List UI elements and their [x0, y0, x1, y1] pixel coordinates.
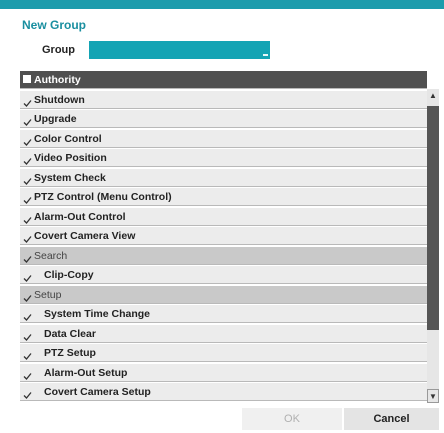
authority-row[interactable]: System Check: [20, 169, 427, 187]
authority-row-label: Clip-Copy: [44, 269, 94, 281]
checkmark-icon[interactable]: [23, 192, 32, 204]
checkmark-icon[interactable]: [23, 270, 32, 282]
authority-header[interactable]: Authority: [20, 71, 427, 89]
authority-row[interactable]: Covert Camera Setup: [20, 383, 427, 401]
authority-row[interactable]: PTZ Control (Menu Control): [20, 188, 427, 206]
authority-checkbox[interactable]: [23, 75, 31, 83]
checkmark-icon[interactable]: [23, 290, 32, 302]
checkmark-icon[interactable]: [23, 231, 32, 243]
authority-row-label: Alarm-Out Control: [34, 211, 126, 223]
authority-row[interactable]: Alarm-Out Setup: [20, 364, 427, 382]
authority-row[interactable]: Alarm-Out Control: [20, 208, 427, 226]
authority-row-label: PTZ Setup: [44, 347, 96, 359]
authority-header-label: Authority: [34, 74, 81, 86]
checkmark-icon[interactable]: [23, 114, 32, 126]
checkmark-icon[interactable]: [23, 368, 32, 380]
authority-row-label: Video Position: [34, 152, 107, 164]
authority-row-label: Search: [34, 250, 68, 262]
authority-row[interactable]: System Time Change: [20, 305, 427, 323]
authority-row[interactable]: Color Control: [20, 130, 427, 148]
scroll-down-arrow-icon[interactable]: ▼: [427, 389, 439, 403]
authority-list: Authority Shutdown Upgrade Color Control Vi…: [20, 71, 440, 403]
authority-row[interactable]: Covert Camera View: [20, 227, 427, 245]
authority-row[interactable]: Shutdown: [20, 91, 427, 109]
dialog-title: New Group: [22, 18, 87, 32]
authority-row[interactable]: Video Position: [20, 149, 427, 167]
authority-row-label: Setup: [34, 289, 62, 301]
authority-row-label: Data Clear: [44, 328, 96, 340]
authority-row-label: Shutdown: [34, 94, 85, 106]
scrollbar-thumb[interactable]: [427, 106, 439, 330]
authority-row-label: Covert Camera View: [34, 230, 136, 242]
ok-button[interactable]: OK: [242, 408, 342, 430]
authority-row[interactable]: PTZ Setup: [20, 344, 427, 362]
input-resize-mark: [263, 54, 268, 56]
checkmark-icon[interactable]: [23, 95, 32, 107]
checkmark-icon[interactable]: [23, 134, 32, 146]
checkmark-icon[interactable]: [23, 212, 32, 224]
checkmark-icon[interactable]: [23, 387, 32, 399]
authority-row-label: System Check: [34, 172, 106, 184]
group-label: Group: [42, 44, 75, 56]
authority-row[interactable]: Data Clear: [20, 325, 427, 343]
authority-row[interactable]: Upgrade: [20, 110, 427, 128]
group-name-input[interactable]: [89, 41, 270, 59]
checkmark-icon[interactable]: [23, 251, 32, 263]
checkmark-icon[interactable]: [23, 173, 32, 185]
authority-section-row[interactable]: Search: [20, 247, 427, 265]
authority-section-row[interactable]: Setup: [20, 286, 427, 304]
authority-row-label: Upgrade: [34, 113, 77, 125]
authority-row[interactable]: Clip-Copy: [20, 266, 427, 284]
authority-row-label: System Time Change: [44, 308, 151, 320]
scroll-up-arrow-icon[interactable]: ▲: [427, 89, 439, 103]
authority-row-label: PTZ Control (Menu Control): [34, 191, 172, 203]
dialog-top-bar: [0, 0, 444, 9]
cancel-button[interactable]: Cancel: [344, 408, 439, 430]
checkmark-icon[interactable]: [23, 329, 32, 341]
authority-row-label: Color Control: [34, 133, 102, 145]
checkmark-icon[interactable]: [23, 153, 32, 165]
checkmark-icon[interactable]: [23, 348, 32, 360]
authority-row-label: Covert Camera Setup: [44, 386, 151, 398]
authority-row-label: Alarm-Out Setup: [44, 367, 128, 379]
checkmark-icon[interactable]: [23, 309, 32, 321]
